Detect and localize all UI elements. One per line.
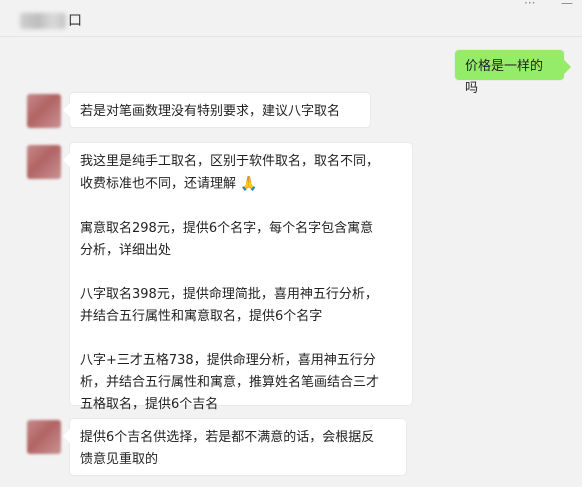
contact-name-redaction bbox=[20, 13, 66, 29]
message-line: 分析，详细出处 bbox=[80, 242, 172, 258]
message-line: 并结合五行属性和寓意取名，提供6个名字 bbox=[80, 308, 323, 324]
message-line: 馈意见重取的 bbox=[80, 452, 159, 467]
incoming-message-bubble[interactable]: 我这里是纯手工取名，区别于软件取名，取名不同， 收费标准也不同，还请理解 🙏 寓意… bbox=[70, 143, 412, 412]
message-paragraph: 我这里是纯手工取名，区别于软件取名，取名不同， 收费标准也不同，还请理解 🙏 bbox=[80, 151, 402, 196]
message-text: 若是对笔画数理没有特别要求，建议八字取名 bbox=[80, 104, 341, 119]
header-divider bbox=[0, 36, 582, 37]
outgoing-message-bubble[interactable]: 价格是一样的吗 bbox=[455, 50, 564, 96]
folded-hands-emoji-icon: 🙏 bbox=[240, 176, 258, 192]
message-line: 八字+三才五格738，提供命理分析，喜用神五行分 bbox=[80, 352, 376, 368]
message-line: 五格取名，提供6个吉名 bbox=[80, 396, 219, 412]
close-icon[interactable]: — bbox=[561, 0, 573, 10]
incoming-message-bubble[interactable]: 若是对笔画数理没有特别要求，建议八字取名 bbox=[70, 93, 370, 127]
contact-avatar[interactable] bbox=[27, 420, 61, 454]
message-line: 收费标准也不同，还请理解 🙏 bbox=[80, 173, 402, 196]
contact-avatar[interactable] bbox=[27, 94, 61, 128]
ellipsis-icon[interactable]: ··· bbox=[524, 0, 535, 10]
message-paragraph: 寓意取名298元，提供6个名字，每个名字包含寓意 分析，详细出处 bbox=[80, 218, 402, 262]
message-paragraph: 八字+三才五格738，提供命理分析，喜用神五行分 析，并结合五行属性和寓意，推算… bbox=[80, 350, 402, 416]
incoming-message-bubble[interactable]: 提供6个吉名供选择，若是都不满意的话，会根据反 馈意见重取的 bbox=[70, 419, 406, 475]
message-line: 提供6个吉名供选择，若是都不满意的话，会根据反 bbox=[80, 430, 375, 445]
contact-name[interactable]: 口 bbox=[20, 10, 82, 30]
chat-header: 口 ··· — bbox=[0, 0, 582, 36]
message-line: 寓意取名298元，提供6个名字，每个名字包含寓意 bbox=[80, 220, 374, 236]
message-line: 析，并结合五行属性和寓意，推算姓名笔画结合三才 bbox=[80, 374, 380, 390]
message-line: 我这里是纯手工取名，区别于软件取名，取名不同， bbox=[80, 154, 380, 169]
message-line: 八字取名398元，提供命理简批，喜用神五行分析， bbox=[80, 286, 378, 302]
message-paragraph: 八字取名398元，提供命理简批，喜用神五行分析， 并结合五行属性和寓意取名，提供… bbox=[80, 284, 402, 328]
message-text: 价格是一样的吗 bbox=[465, 59, 544, 96]
contact-avatar[interactable] bbox=[27, 145, 61, 179]
contact-name-suffix: 口 bbox=[68, 13, 82, 29]
